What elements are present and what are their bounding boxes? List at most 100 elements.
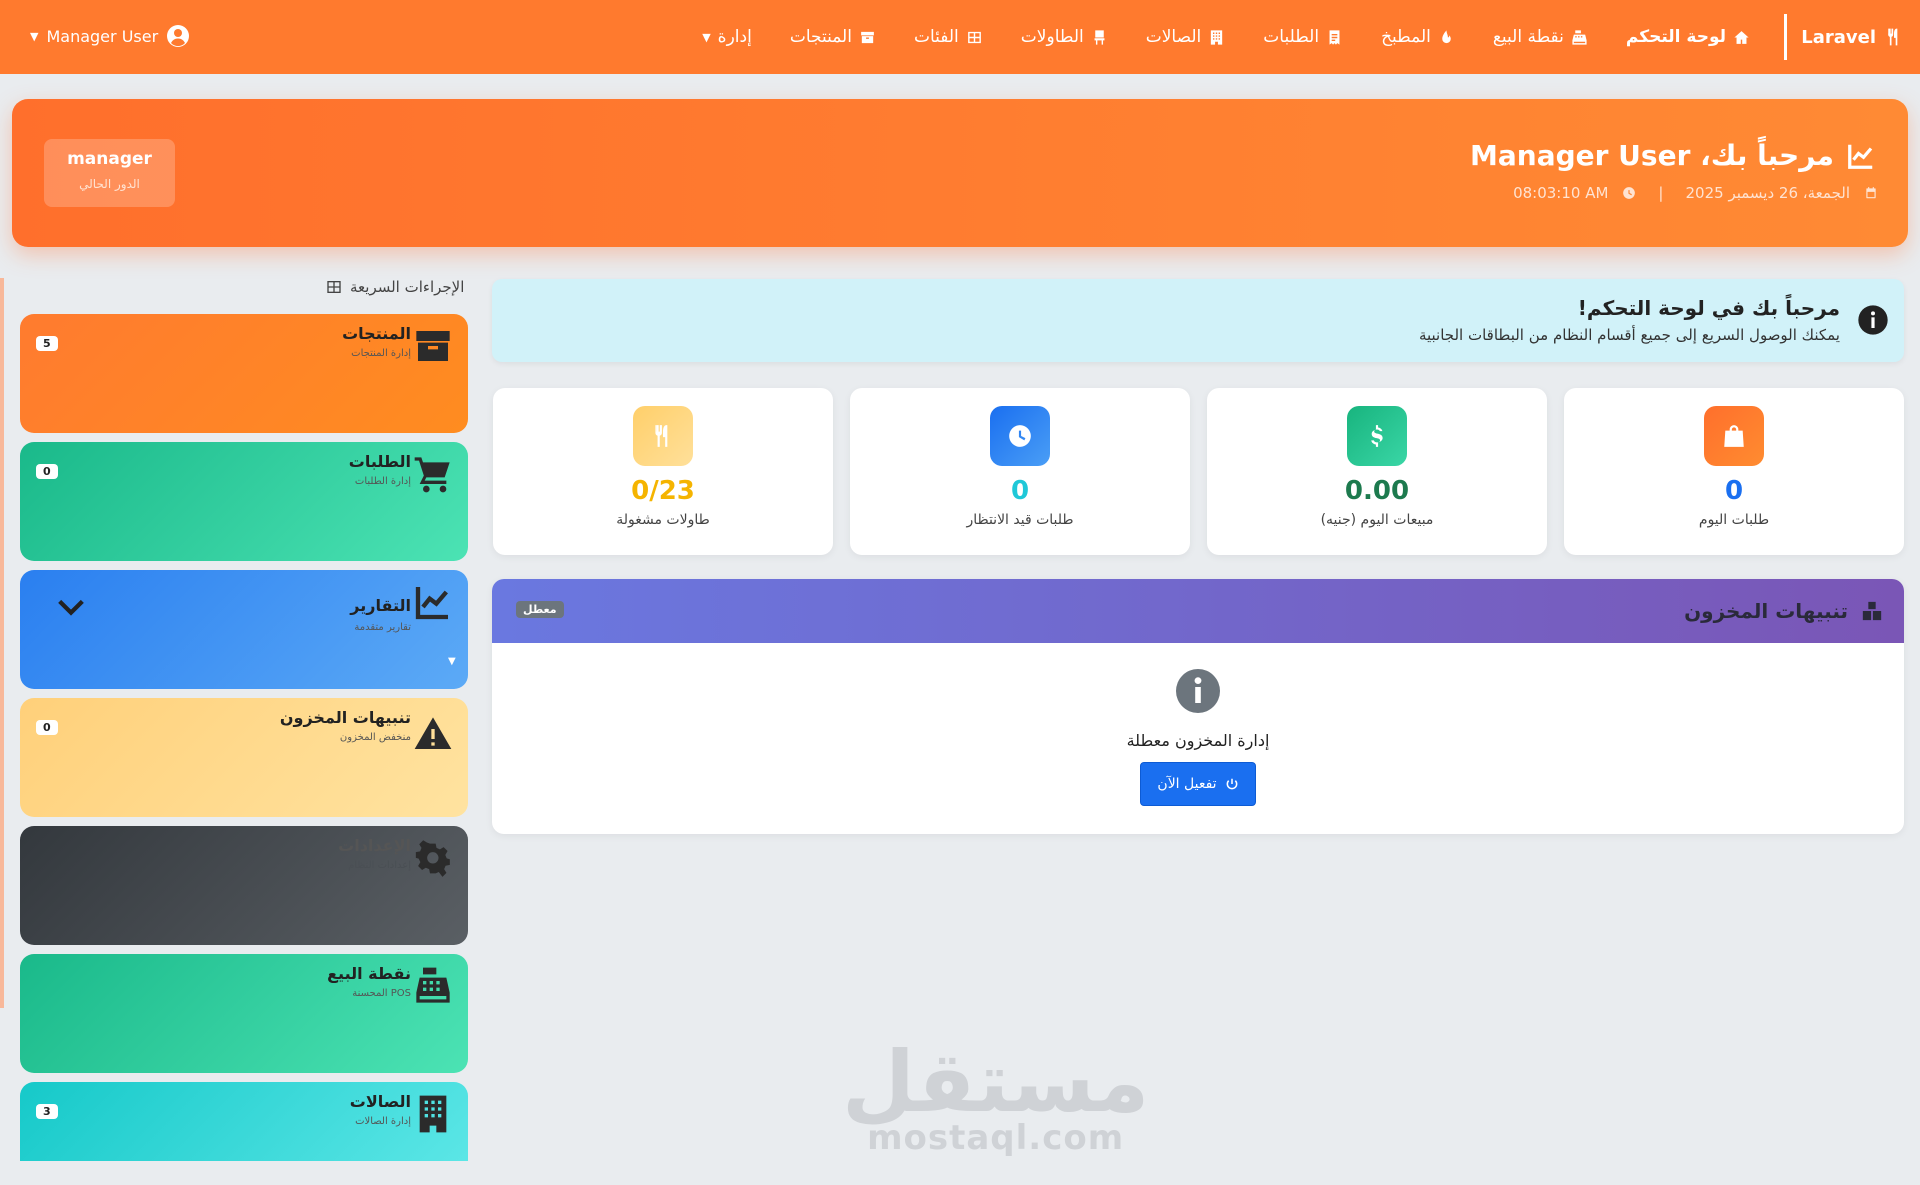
building-icon <box>413 1094 453 1134</box>
nav-label: الطاولات <box>1020 27 1084 47</box>
quick-actions-title: الإجراءات السريعة <box>326 278 468 296</box>
inventory-message: إدارة المخزون معطلة <box>1126 731 1270 750</box>
nav-item-admin[interactable]: إدارة ▼ <box>702 27 752 47</box>
box-icon <box>861 31 874 43</box>
watermark-latin: mostaql.com <box>867 1118 1125 1158</box>
card-title: المنتجات <box>342 324 411 343</box>
nav-label: الطلبات <box>1263 27 1320 47</box>
caret-down-icon[interactable]: ▼ <box>448 656 456 667</box>
clock-icon <box>1623 187 1636 199</box>
meta-separator: | <box>1658 184 1664 202</box>
nav-label: نقطة البيع <box>1492 27 1564 47</box>
stat-label: طلبات قيد الانتظار <box>966 512 1074 528</box>
welcome-hero: مرحباً بك، Manager User الجمعة، 26 ديسمب… <box>12 99 1908 247</box>
current-time: 08:03:10 AM <box>1513 184 1609 202</box>
info-title: مرحباً بك في لوحة التحكم! <box>1577 296 1840 320</box>
quick-card-reports[interactable]: التقارير تقارير متقدمة ▼ <box>20 570 468 689</box>
count-badge: 5 <box>36 336 58 351</box>
stat-value: 0 <box>1010 476 1030 506</box>
brand[interactable]: Laravel <box>1784 14 1904 60</box>
quick-card-orders[interactable]: الطلبات إدارة الطلبات 0 <box>20 442 468 561</box>
table-grid-icon <box>967 31 981 43</box>
utensils-icon <box>1888 28 1898 46</box>
inventory-title: تنبيهات المخزون <box>1684 599 1848 623</box>
calendar-icon <box>1866 187 1876 199</box>
utensils-icon <box>633 406 693 466</box>
activate-button[interactable]: تفعيل الآن <box>1140 762 1256 806</box>
card-title: تنبيهات المخزون <box>279 708 411 727</box>
info-text: يمكنك الوصول السريع إلى جميع أقسام النظا… <box>1418 326 1840 344</box>
welcome-info-alert: مرحباً بك في لوحة التحكم! يمكنك الوصول ا… <box>492 279 1904 362</box>
nav-menu: لوحة التحكم نقطة البيع المطبخ الطلبات ال… <box>702 0 1750 74</box>
caret-down-icon: ▼ <box>702 30 711 44</box>
hero-title-row: مرحباً بك، Manager User <box>1470 139 1876 172</box>
stat-today-orders: 0 طلبات اليوم <box>1564 388 1904 555</box>
current-date: الجمعة، 26 ديسمبر 2025 <box>1685 184 1850 202</box>
nav-label: المطبخ <box>1381 27 1431 47</box>
nav-item-categories[interactable]: الفئات <box>914 27 983 47</box>
table-grid-icon <box>327 281 341 293</box>
stat-today-sales: 0.00 مبيعات اليوم (جنيه) <box>1207 388 1547 555</box>
inventory-card-header: تنبيهات المخزون معطل <box>492 579 1904 643</box>
card-subtitle: إعدادات النظام <box>348 860 411 871</box>
chair-icon <box>1094 29 1105 45</box>
nav-item-pos[interactable]: نقطة البيع <box>1493 27 1588 47</box>
cash-register-icon <box>1572 29 1587 45</box>
quick-card-stock-alerts[interactable]: تنبيهات المخزون منخفض المخزون 0 <box>20 698 468 817</box>
quick-card-products[interactable]: المنتجات إدارة المنتجات 5 <box>20 314 468 433</box>
dollar-icon <box>1347 406 1407 466</box>
caret-down-icon: ▼ <box>30 29 39 43</box>
hero-meta: الجمعة، 26 ديسمبر 2025 | 08:03:10 AM <box>1513 184 1878 202</box>
chart-line-icon <box>1848 144 1873 169</box>
nav-item-halls[interactable]: الصالات <box>1146 27 1226 47</box>
nav-label: لوحة التحكم <box>1625 27 1726 47</box>
stat-label: مبيعات اليوم (جنيه) <box>1320 512 1434 528</box>
bag-icon <box>1704 406 1764 466</box>
card-subtitle: إدارة الطلبات <box>354 476 411 487</box>
chevron-down-icon[interactable] <box>54 590 88 624</box>
status-badge: معطل <box>516 601 564 618</box>
role-label: الدور الحالي <box>79 177 140 191</box>
info-circle-icon <box>1858 305 1888 335</box>
quick-card-halls[interactable]: الصالات إدارة الصالات 3 <box>20 1082 468 1161</box>
stat-label: طاولات مشغولة <box>616 512 710 528</box>
gear-icon <box>413 838 453 878</box>
card-title: الصالات <box>349 1092 411 1111</box>
quick-card-settings[interactable]: الإعدادات إعدادات النظام <box>20 826 468 945</box>
user-circle-icon <box>167 25 190 47</box>
card-title: التقارير <box>350 596 411 615</box>
top-navbar: Laravel لوحة التحكم نقطة البيع المطبخ ال… <box>0 0 1920 74</box>
nav-label: الفئات <box>913 27 959 47</box>
inventory-card-body: إدارة المخزون معطلة تفعيل الآن <box>492 643 1904 806</box>
stat-value: 0/23 <box>631 476 695 506</box>
card-subtitle: إدارة المنتجات <box>351 348 411 359</box>
info-circle-icon <box>1176 669 1220 713</box>
brand-label: Laravel <box>1801 26 1876 48</box>
chart-line-icon <box>413 582 453 622</box>
nav-label: الصالات <box>1145 27 1202 47</box>
nav-item-products[interactable]: المنتجات <box>790 27 876 47</box>
quick-actions-label: الإجراءات السريعة <box>350 278 465 296</box>
watermark-arabic: مستقل <box>842 1033 1150 1131</box>
count-badge: 0 <box>36 464 58 479</box>
activate-button-label: تفعيل الآن <box>1157 776 1217 792</box>
card-subtitle: POS المحسنة <box>352 988 411 999</box>
receipt-icon <box>1329 29 1340 45</box>
nav-item-orders[interactable]: الطلبات <box>1263 27 1343 47</box>
quick-card-pos[interactable]: نقطة البيع POS المحسنة <box>20 954 468 1073</box>
user-menu[interactable]: Manager User ▼ <box>30 24 190 48</box>
box-icon <box>413 326 453 366</box>
boxes-icon <box>1860 600 1884 622</box>
stat-pending-orders: 0 طلبات قيد الانتظار <box>850 388 1190 555</box>
inventory-alerts-card: تنبيهات المخزون معطل إدارة المخزون معطلة… <box>492 579 1904 834</box>
cash-register-icon <box>413 966 453 1006</box>
stat-value: 0.00 <box>1344 476 1410 506</box>
count-badge: 3 <box>36 1104 58 1119</box>
nav-item-tables[interactable]: الطاولات <box>1021 27 1108 47</box>
card-subtitle: إدارة الصالات <box>355 1116 411 1127</box>
count-badge: 0 <box>36 720 58 735</box>
nav-item-kitchen[interactable]: المطبخ <box>1381 27 1455 47</box>
stat-value: 0 <box>1724 476 1744 506</box>
nav-item-dashboard[interactable]: لوحة التحكم <box>1626 27 1750 47</box>
fire-icon <box>1442 29 1451 43</box>
